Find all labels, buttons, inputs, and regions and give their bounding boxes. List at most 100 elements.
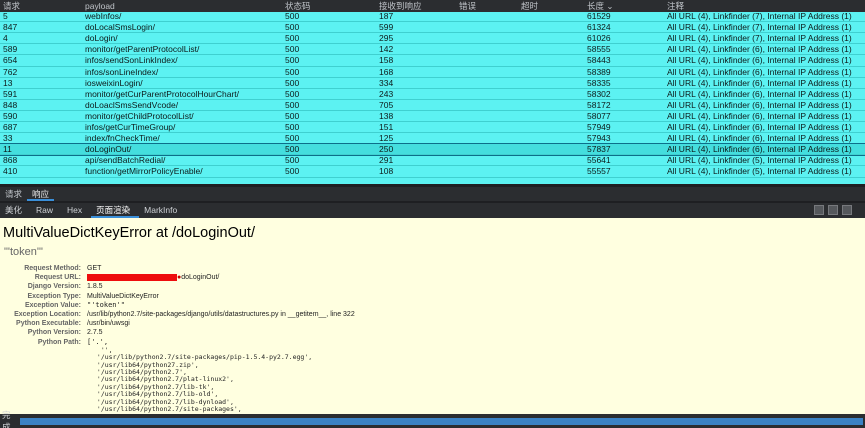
meta-value: 1.8.5: [87, 283, 103, 291]
table-cell: 125: [379, 133, 394, 144]
col-header-comment[interactable]: 注释: [664, 0, 865, 12]
table-cell: All URL (4), Linkfinder (5), Internal IP…: [667, 166, 852, 177]
table-row[interactable]: 762 infos/sonLineIndex/500 168 58389 All URL…: [0, 67, 865, 78]
tab-response[interactable]: 响应: [27, 187, 55, 201]
meta-key: Python Path:: [37, 338, 81, 346]
table-cell: doLoaclSmsSendVcode/: [85, 99, 179, 110]
table-row[interactable]: 11 doLoginOut/500 250 57837 All URL (4), Lin…: [0, 143, 865, 157]
table-cell: 142: [379, 44, 394, 55]
table-cell: All URL (4), Linkfinder (6), Internal IP…: [667, 122, 852, 133]
table-cell: [518, 111, 584, 121]
table-cell: 291: [379, 155, 394, 166]
table-row[interactable]: 687 infos/getCurTimeGroup/500 151 57949 All …: [0, 122, 865, 134]
meta-key: Request URL:: [34, 274, 81, 282]
table-cell: [518, 100, 584, 110]
col-header-request[interactable]: 请求: [0, 0, 82, 12]
table-cell: infos/getCurTimeGroup/: [85, 122, 176, 133]
table-cell: 138: [379, 110, 394, 121]
table-row[interactable]: 847 doLocalSmsLogin/500 599 61324 All URL (4…: [0, 22, 865, 34]
table-row[interactable]: 589 monitor/getParentProtocolList/500 142 5…: [0, 44, 865, 56]
table-cell: 58443: [587, 55, 611, 66]
table-cell: doLogin/: [85, 33, 118, 44]
meta-row: Exception Location: /usr/lib/python2.7/si…: [0, 310, 865, 319]
table-cell: All URL (4), Linkfinder (6), Internal IP…: [667, 77, 852, 88]
table-cell: 243: [379, 88, 394, 99]
table-cell: 58172: [587, 99, 611, 110]
meta-row: Python Path: ['.',: [0, 338, 865, 347]
col-header-status[interactable]: 状态码: [282, 0, 376, 12]
table-row[interactable]: 590 monitor/getChildProtocolList/500 138 58…: [0, 110, 865, 123]
table-cell: 848: [3, 99, 18, 110]
col-header-length[interactable]: 长度 ⌄: [584, 0, 664, 12]
table-row[interactable]: 868 api/sendBatchRedial/500 291 55641 All UR…: [0, 155, 865, 167]
tab-hex[interactable]: Hex: [62, 203, 91, 218]
table-row[interactable]: 4 doLogin/500 295 61026 All URL (4), Linkfin…: [0, 33, 865, 45]
table-cell: All URL (4), Linkfinder (5), Internal IP…: [667, 155, 852, 166]
table-cell: [456, 33, 518, 43]
table-cell: 500: [285, 33, 300, 44]
table-cell: All URL (4), Linkfinder (6), Internal IP…: [667, 55, 852, 66]
table-row[interactable]: 13 iosweixinLogin/500 334 58335 All URL (4),…: [0, 78, 865, 89]
table-cell: [518, 44, 584, 54]
meta-row: Request URL: ●doLoginOut/: [0, 273, 865, 282]
table-cell: [456, 111, 518, 121]
meta-key: Django Version:: [27, 283, 81, 291]
table-row[interactable]: 5 webInfos/500 187 61529 All URL (4), Linkfi…: [0, 11, 865, 23]
table-cell: 33: [3, 133, 13, 144]
tab-request[interactable]: 请求: [0, 187, 27, 201]
status-bar: 完成: [0, 410, 865, 428]
wrap-lines-icon[interactable]: [814, 205, 824, 215]
table-row[interactable]: 410 function/getMirrorPolicyEnable/500 108…: [0, 166, 865, 178]
table-cell: All URL (4), Linkfinder (6), Internal IP…: [667, 99, 852, 110]
table-cell: 58335: [587, 77, 611, 88]
tab-raw[interactable]: Raw: [31, 203, 62, 218]
newline-icon[interactable]: [828, 205, 838, 215]
table-cell: monitor/getParentProtocolList/: [85, 44, 200, 55]
col-header-response-received[interactable]: 接收到响应: [376, 0, 456, 12]
table-cell: 61324: [587, 22, 611, 33]
col-header-timeout[interactable]: 超时: [518, 0, 584, 12]
table-cell: [518, 133, 584, 143]
tab-render[interactable]: 页面渲染: [91, 203, 140, 218]
table-cell: doLoginOut/: [85, 144, 132, 155]
progress-bar: [20, 417, 863, 425]
table-cell: 847: [3, 22, 18, 33]
python-path-list: '', '/usr/lib/python2.7/site-packages/pi…: [0, 346, 865, 414]
meta-value: 2.7.5: [87, 329, 103, 337]
table-cell: 11: [3, 144, 12, 155]
table-cell: 762: [3, 66, 18, 77]
table-row[interactable]: 591 monitor/getCurParentProtocolHourChart…: [0, 89, 865, 100]
table-cell: All URL (4), Linkfinder (7), Internal IP…: [667, 33, 852, 44]
meta-row: Django Version: 1.8.5: [0, 282, 865, 291]
tab-pretty[interactable]: 美化: [0, 203, 31, 218]
col-header-error[interactable]: 错误: [456, 0, 518, 12]
table-cell: [518, 22, 584, 32]
table-cell: 57837: [587, 144, 611, 155]
table-row[interactable]: 33 index/fnCheckTime/500 125 57943 All URL (…: [0, 133, 865, 145]
table-cell: 58077: [587, 110, 611, 121]
table-cell: All URL (4), Linkfinder (7), Internal IP…: [667, 22, 852, 33]
table-cell: 334: [379, 77, 394, 88]
tab-markinfo[interactable]: MarkInfo: [139, 203, 186, 218]
table-cell: 868: [3, 155, 18, 166]
view-toolbar: [809, 205, 861, 215]
table-cell: 590: [3, 110, 18, 121]
table-cell: [456, 133, 518, 143]
col-header-payload[interactable]: payload: [82, 0, 282, 12]
table-cell: infos/sonLineIndex/: [85, 66, 159, 77]
menu-icon[interactable]: [842, 205, 852, 215]
table-cell: 500: [285, 133, 300, 144]
table-cell: [518, 166, 584, 176]
meta-row: Python Version: 2.7.5: [0, 328, 865, 337]
table-row[interactable]: 654 infos/sendSonLinkIndex/500 158 58443 All…: [0, 55, 865, 67]
meta-value: /usr/lib/python2.7/site-packages/django/…: [87, 310, 355, 318]
table-cell: [456, 155, 518, 165]
table-cell: 57949: [587, 122, 611, 133]
table-cell: 500: [285, 166, 300, 177]
table-row[interactable]: 848 doLoaclSmsSendVcode/500 705 58172 All UR…: [0, 100, 865, 111]
meta-value: GET: [87, 265, 102, 272]
error-title: MultiValueDictKeyError at /doLoginOut/: [3, 225, 255, 241]
table-cell: 500: [285, 44, 300, 55]
table-cell: [518, 89, 584, 99]
rendered-response: MultiValueDictKeyError at /doLoginOut/ "…: [0, 218, 865, 414]
